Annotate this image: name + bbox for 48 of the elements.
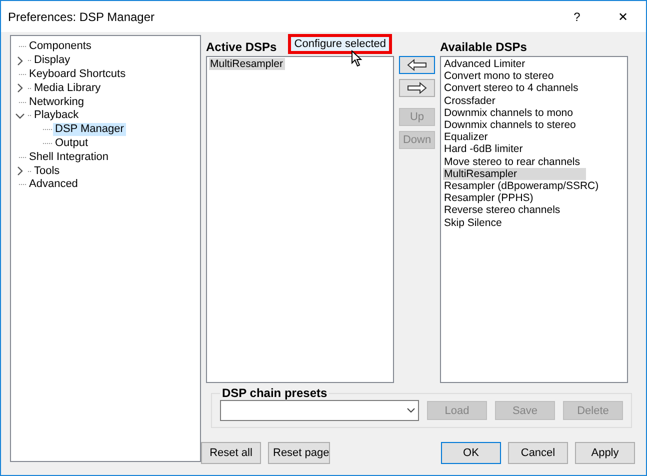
expand-icon[interactable] xyxy=(15,166,25,176)
list-item[interactable]: MultiResampler xyxy=(209,58,285,70)
configure-button[interactable]: Configure selected xyxy=(288,34,392,54)
list-item[interactable]: Convert stereo to 4 channels xyxy=(443,82,586,95)
group-title: DSP chain presets xyxy=(221,386,328,400)
list-item[interactable]: Hard -6dB limiter xyxy=(443,143,586,156)
close-button[interactable]: ✕ xyxy=(600,1,646,32)
dialog-button[interactable]: Cancel xyxy=(508,442,568,464)
tree-item[interactable]: Output xyxy=(53,136,90,150)
tree-item[interactable]: Playback xyxy=(32,109,81,122)
remove-button[interactable] xyxy=(399,79,435,97)
list-item[interactable]: Advanced Limiter xyxy=(443,58,586,70)
expand-icon[interactable] xyxy=(15,83,25,94)
left-arrow-icon xyxy=(407,59,427,71)
preset-dropdown[interactable] xyxy=(220,400,419,421)
list-item[interactable]: MultiResampler xyxy=(443,168,586,180)
expand-icon[interactable] xyxy=(15,56,25,66)
list-item[interactable]: Downmix channels to stereo xyxy=(443,119,586,132)
tree-item[interactable]: Tools xyxy=(32,164,62,178)
reset-button[interactable]: Reset page xyxy=(268,442,330,464)
tree-item[interactable]: Display xyxy=(32,54,72,68)
dialog-button[interactable]: OK xyxy=(441,442,501,464)
add-button[interactable] xyxy=(399,56,435,74)
dialog-button[interactable]: Apply xyxy=(575,442,635,464)
tree-item[interactable]: Components xyxy=(27,40,94,54)
list-item[interactable]: Crossfader xyxy=(443,94,586,107)
list-item[interactable]: Skip Silence xyxy=(443,216,586,229)
help-button[interactable]: ? xyxy=(554,1,600,32)
tree-item[interactable]: Advanced xyxy=(27,178,80,192)
right-arrow-icon xyxy=(407,82,427,94)
list-item[interactable]: Reverse stereo channels xyxy=(443,204,586,217)
list-item[interactable]: Move stereo to rear channels xyxy=(443,156,586,168)
list-item[interactable]: Resampler (PPHS) xyxy=(443,192,586,204)
list-item[interactable]: Resampler (dBpoweramp/SSRC) xyxy=(443,180,601,192)
tree-item[interactable]: Shell Integration xyxy=(27,150,110,164)
section-title: Active DSPs xyxy=(206,40,277,54)
section-title: Available DSPs xyxy=(440,40,527,54)
chevron-down-icon xyxy=(407,408,415,413)
tree-item[interactable]: DSP Manager xyxy=(53,123,126,136)
list-item[interactable]: Downmix channels to mono xyxy=(443,106,586,120)
reset-button[interactable]: Reset all xyxy=(201,442,261,464)
tree-item[interactable]: Networking xyxy=(27,96,86,109)
collapse-icon[interactable] xyxy=(15,110,25,121)
window-title: Preferences: DSP Manager xyxy=(8,10,156,24)
tree-item[interactable]: Keyboard Shortcuts xyxy=(27,68,128,81)
list-item[interactable]: Convert mono to stereo xyxy=(443,70,586,82)
list-item[interactable]: Equalizer xyxy=(443,131,586,144)
tree-item[interactable]: Media Library xyxy=(32,82,103,95)
